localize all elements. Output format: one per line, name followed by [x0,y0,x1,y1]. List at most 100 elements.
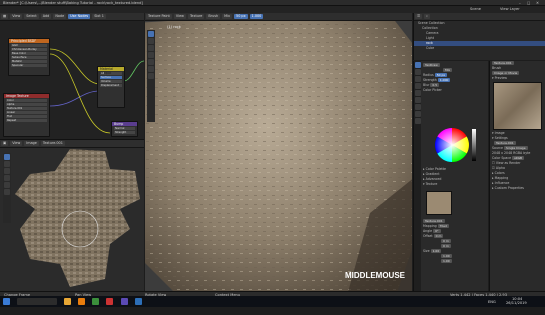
uv-texture-canvas[interactable] [10,149,144,292]
node-menu-select[interactable]: Select [24,14,39,19]
brush-selector[interactable]: Brush [206,14,221,19]
node-menu-add[interactable]: Add [40,14,52,19]
image-datablock-field[interactable]: Texture.001 [494,141,516,145]
soften-brush-icon[interactable] [148,38,154,44]
minimize-button[interactable]: – [519,1,521,5]
taskbar-search[interactable] [17,298,58,305]
blur-value[interactable]: 0.5 [430,83,440,87]
angle-value[interactable]: 0° [433,229,441,233]
blend-mode-field[interactable]: Mix [222,14,233,19]
strength-value[interactable]: 1.000 [437,78,451,82]
image-menu-image[interactable]: Image [24,141,39,146]
brush-texture-thumbnail[interactable] [426,191,452,215]
app-icon[interactable] [106,298,114,305]
node-field[interactable]: Normal [114,127,135,130]
annotate-tool-icon[interactable] [148,73,154,79]
app-icon[interactable] [92,298,100,305]
texture-properties[interactable]: Texture.001 Brush Image or Movie ▾ Previ… [489,61,545,291]
render-tab-icon[interactable] [415,69,421,75]
node-field[interactable]: Subsurface [11,56,47,59]
radius-field[interactable]: 50 px [234,14,248,19]
node-bump[interactable]: Bump Normal Strength [111,121,138,137]
node-field[interactable]: Metallic [11,60,47,63]
node-field[interactable]: Flat [6,115,47,118]
node-field[interactable]: Alpha [6,103,47,106]
rock-mesh[interactable] [145,13,412,291]
node-editor-type-button[interactable]: ▦ [1,14,9,19]
mask-brush-icon[interactable] [148,66,154,72]
node-image-texture[interactable]: Image Texture Color Alpha Texture.001 Li… [3,93,50,137]
size-x[interactable]: 1.00 [430,249,442,253]
use-nodes-toggle[interactable]: Use Nodes [68,14,91,19]
outliner-item[interactable]: Cube [414,46,545,51]
image-editor-type-button[interactable]: ▣ [1,141,9,146]
viewport-menu-texture[interactable]: Texture [187,14,205,19]
color-space-field[interactable]: sRGB [512,156,525,160]
node-field[interactable]: Texture.001 [6,107,47,110]
start-menu-icon[interactable] [3,298,10,305]
file-explorer-icon[interactable] [64,298,72,305]
node-field[interactable]: Color [6,99,47,102]
app-icon[interactable] [134,298,142,305]
outliner-search[interactable]: ⌕ [424,14,430,19]
world-tab-icon[interactable] [415,90,421,96]
offset-z[interactable]: 0 m [441,244,451,248]
node-menu-node[interactable]: Node [53,14,67,19]
node-field[interactable]: Linear [6,111,47,114]
strength-field[interactable]: 1.000 [249,14,264,19]
size-y[interactable]: 1.00 [441,254,452,258]
node-field[interactable]: Volume [100,80,122,83]
radius-value[interactable]: 50 px [434,73,448,77]
node-menu-view[interactable]: View [10,14,23,19]
blend-field[interactable]: Mix [443,68,453,72]
color-wheel[interactable] [434,127,470,163]
clock-date[interactable]: 26/11/2019 [506,301,527,305]
scene-selector[interactable]: Scene [470,7,481,11]
blender-taskbar-icon[interactable] [78,298,86,305]
close-window-button[interactable]: ✕ [536,1,539,5]
smear-brush-icon[interactable] [148,45,154,51]
node-field[interactable]: Strength [114,131,135,134]
texture-tab-icon[interactable] [415,118,421,124]
node-field[interactable]: Repeat [6,119,47,122]
fill-brush-icon[interactable] [148,59,154,65]
modifier-tab-icon[interactable] [415,104,421,110]
size-z[interactable]: 1.00 [441,259,452,263]
draw-brush-icon[interactable] [148,31,154,37]
texture-datablock-field[interactable]: Texture.001 [492,61,514,65]
node-principled-bsdf[interactable]: Principled BSDF GGX Christensen-Burley B… [8,38,50,76]
source-field[interactable]: Single Image [503,146,528,150]
app-icon[interactable] [120,298,128,305]
image-name-field[interactable]: Texture.001 [40,141,65,146]
image-menu-view[interactable]: View [10,141,23,146]
node-material-output[interactable]: Material Output All Surface Volume Displ… [97,66,125,108]
offset-y[interactable]: 0 m [441,239,451,243]
node-field[interactable]: GGX [11,44,47,47]
mode-selector[interactable]: Texture Paint [146,14,172,19]
value-slider[interactable] [472,129,476,161]
tool-properties[interactable]: TexDraw Mix Radius 50 px Strength 1.000 … [413,61,488,291]
mapping-value[interactable]: Tiled [437,224,449,228]
clone-brush-icon[interactable] [148,52,154,58]
node-editor[interactable]: ▦ View Select Add Node Use Nodes Slot 1 Princi… [0,13,144,139]
section-preview[interactable]: ▾ Preview [490,76,545,81]
outliner[interactable]: ☰ ⌕ Scene Collection Collection Camera Li… [413,13,545,60]
texture-type-field[interactable]: Image or Movie [492,71,520,75]
section-texture[interactable]: ▾ Texture [423,182,487,187]
brush-name-field[interactable]: TexDraw [423,63,440,67]
material-tab-icon[interactable] [415,111,421,117]
node-field[interactable]: Displacement [100,84,122,87]
keyboard-language[interactable]: ENG [488,300,496,304]
slot-selector[interactable]: Slot 1 [92,14,106,19]
tool-tab-icon[interactable] [415,62,421,68]
section-custom-properties[interactable]: ▸ Custom Properties [490,186,545,191]
node-field[interactable]: Christensen-Burley [11,48,47,51]
node-field[interactable]: Specular [11,64,47,67]
node-field[interactable]: Base Color [11,52,47,55]
outliner-type-button[interactable]: ☰ [415,14,423,19]
maximize-button[interactable]: □ [527,1,530,5]
viewport-menu-view[interactable]: View [173,14,186,19]
image-editor[interactable]: ▣ View Image Texture.001 [0,139,144,291]
texture-name-field[interactable]: Texture.001 [423,219,445,223]
scene-tab-icon[interactable] [415,83,421,89]
